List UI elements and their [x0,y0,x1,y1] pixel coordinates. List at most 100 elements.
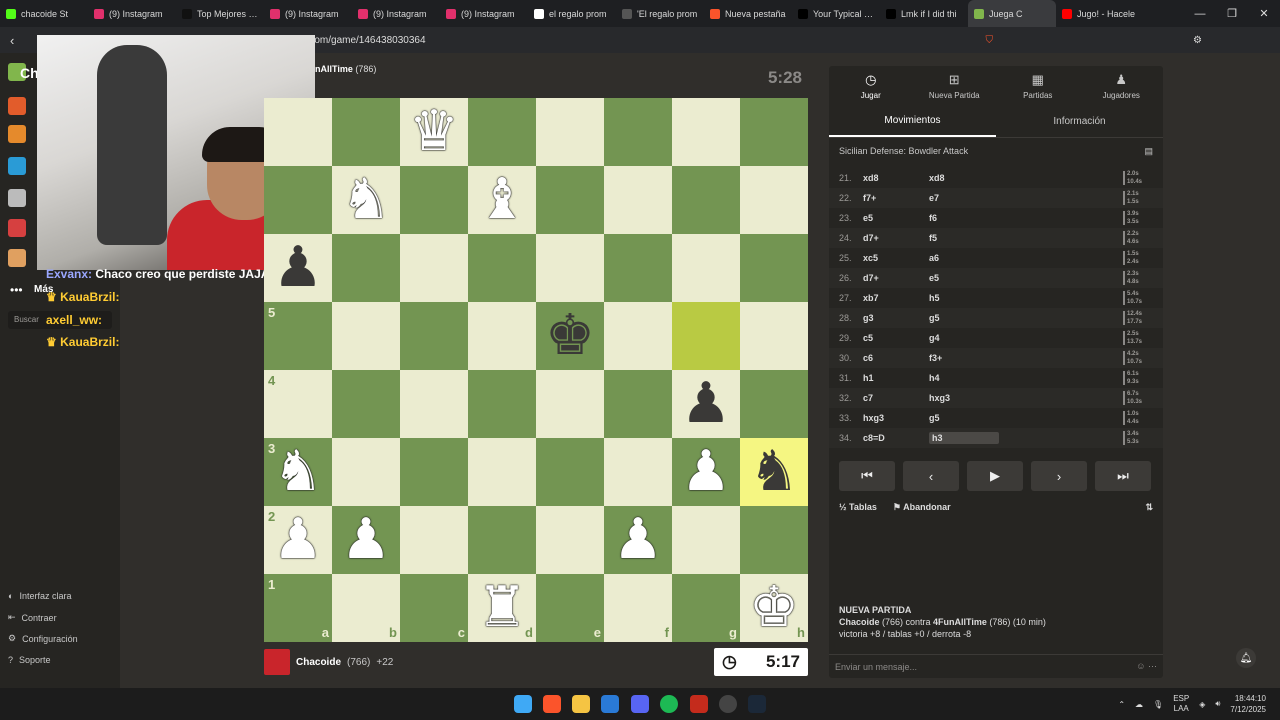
learn-icon[interactable] [8,157,26,175]
tab-new-game[interactable]: ⊞ Nueva Partida [913,66,997,106]
board-square[interactable] [264,166,332,234]
board-square[interactable] [468,98,536,166]
white-move[interactable]: xb7 [863,293,929,303]
black-move[interactable]: f5 [929,233,999,243]
black-move[interactable]: hxg3 [929,393,999,403]
board-square[interactable] [740,370,808,438]
extensions-icon[interactable]: ⚙ [1193,35,1202,46]
board-square[interactable] [672,506,740,574]
board-square[interactable] [332,98,400,166]
black-move[interactable]: f3+ [929,353,999,363]
white-move[interactable]: c6 [863,353,929,363]
black-move[interactable]: f6 [929,213,999,223]
black-move[interactable]: a6 [929,253,999,263]
board-square[interactable] [468,370,536,438]
browser-tab[interactable]: (9) Instagram [352,0,440,27]
board-square[interactable] [468,234,536,302]
url-text[interactable]: om/game/146438030364 [314,35,425,46]
white-move[interactable]: c8=D [863,433,929,443]
puzzles-icon[interactable] [8,125,26,143]
close-icon[interactable]: ✕ [1248,0,1280,27]
board-square[interactable]: 4 [264,370,332,438]
resign-button[interactable]: ⚑ Abandonar [893,502,951,513]
tab-moves[interactable]: Movimientos [829,106,996,137]
board-square[interactable]: ♟ [264,234,332,302]
white-knight-icon[interactable]: ♞ [341,172,391,228]
white-move[interactable]: e5 [863,213,929,223]
board-square[interactable]: 1a [264,574,332,642]
opponent-name[interactable]: nAllTime [315,64,353,74]
browser-tab[interactable]: (9) Instagram [264,0,352,27]
white-pawn-icon[interactable]: ♟ [341,512,391,568]
white-move[interactable]: d7+ [863,233,929,243]
board-square[interactable] [400,506,468,574]
sidebar-item-support[interactable]: ? Soporte [8,655,51,665]
white-rook-icon[interactable]: ♜ [477,580,527,636]
board-square[interactable]: ♟ 2 [264,506,332,574]
browser-tab[interactable]: 'El regalo prom [616,0,704,27]
browser-tab[interactable]: Nueva pestaña [704,0,792,27]
move-list[interactable]: 21. xd8 xd8 2.0s 10.4s 22. f7+ e7 2.1s 1.5s 23. e… [829,168,1163,450]
news-icon[interactable] [8,219,26,237]
more-icon[interactable]: ••• [10,283,23,297]
board-square[interactable]: ♞ [740,438,808,506]
white-move[interactable]: g3 [863,313,929,323]
browser-tab[interactable]: Top Mejores Ch [176,0,264,27]
browser-tab[interactable]: (9) Instagram [88,0,176,27]
obs-icon[interactable] [719,695,737,713]
white-pawn-icon[interactable]: ♟ [613,512,663,568]
board-square[interactable] [332,302,400,370]
white-queen-icon[interactable]: ♛ [409,104,459,160]
board-square[interactable] [536,506,604,574]
board-square[interactable] [536,166,604,234]
board-square[interactable] [604,438,672,506]
draw-button[interactable]: ½ Tablas [839,502,877,513]
avatar[interactable] [264,649,290,675]
board-square[interactable] [536,438,604,506]
flip-board-icon[interactable]: ⇅ [1145,502,1153,513]
board-square[interactable] [536,370,604,438]
board-square[interactable] [672,302,740,370]
board-square[interactable] [536,234,604,302]
white-move[interactable]: h1 [863,373,929,383]
board-square[interactable] [468,438,536,506]
white-move[interactable]: f7+ [863,193,929,203]
board-square[interactable] [740,98,808,166]
board-square[interactable] [672,98,740,166]
board-square[interactable]: e [536,574,604,642]
sidebar-item-light-mode[interactable]: ◐ Interfaz clara [8,591,71,601]
message-input[interactable]: Enviar un mensaje... ☺ ⋯ [829,654,1163,678]
browser-tab[interactable]: Lmk if I did thi [880,0,968,27]
next-move-button[interactable]: › [1031,461,1087,491]
white-move[interactable]: xd8 [863,173,929,183]
black-move[interactable]: h3 [929,432,999,444]
watch-icon[interactable] [8,189,26,207]
board-square[interactable]: b [332,574,400,642]
black-knight-icon[interactable]: ♞ [749,444,799,500]
board-square[interactable] [740,234,808,302]
board-square[interactable]: ♚ h [740,574,808,642]
sidebar-item-settings[interactable]: ⚙ Configuración [8,633,78,644]
board-square[interactable]: g [672,574,740,642]
board-square[interactable]: ♞ [332,166,400,234]
board-square[interactable] [604,370,672,438]
black-king-icon[interactable]: ♚ [545,308,595,364]
clock[interactable]: 18:44:10 7/12/2025 [1230,693,1266,715]
tab-info[interactable]: Información [996,106,1163,137]
tab-play[interactable]: ◷ Jugar [829,66,913,106]
black-move[interactable]: e7 [929,193,999,203]
wifi-icon[interactable]: ◈ [1199,700,1205,709]
last-move-button[interactable]: ⏭ [1095,461,1151,491]
white-move[interactable]: c5 [863,333,929,343]
board-square[interactable] [604,234,672,302]
app-icon[interactable] [690,695,708,713]
board-square[interactable] [264,98,332,166]
board-square[interactable]: ♟ [332,506,400,574]
browser-tab[interactable]: chacoide St [0,0,88,27]
board-square[interactable]: ♟ [672,370,740,438]
board-square[interactable] [604,166,672,234]
steam-icon[interactable] [748,695,766,713]
board-square[interactable] [672,166,740,234]
tab-players[interactable]: ♟ Jugadores [1080,66,1164,106]
black-move[interactable]: g5 [929,313,999,323]
